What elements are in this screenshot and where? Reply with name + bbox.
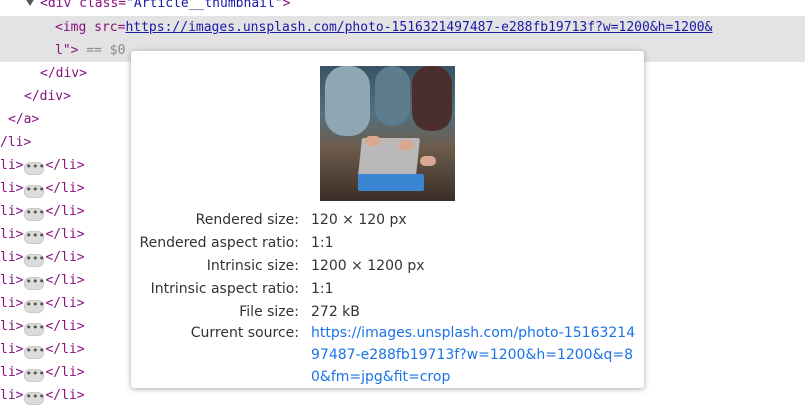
collapsed-ellipsis-icon[interactable]: •••	[24, 391, 45, 405]
image-preview-tooltip: Rendered size: 120 × 120 px Rendered asp…	[131, 51, 644, 388]
collapsed-ellipsis-icon[interactable]: •••	[24, 368, 45, 382]
dom-line-div-thumbnail[interactable]: <div class="Article__thumbnail">	[0, 0, 805, 15]
collapsed-ellipsis-icon[interactable]: •••	[24, 161, 45, 175]
intrinsic-aspect-row: Intrinsic aspect ratio: 1:1	[150, 281, 334, 297]
rendered-aspect-row: Rendered aspect ratio: 1:1	[139, 235, 334, 251]
collapsed-ellipsis-icon[interactable]: •••	[24, 184, 45, 198]
image-thumbnail	[320, 66, 455, 201]
img-src-link[interactable]: https://images.unsplash.com/photo-151632…	[125, 20, 712, 35]
collapsed-ellipsis-icon[interactable]: •••	[24, 299, 45, 313]
collapsed-ellipsis-icon[interactable]: •••	[24, 230, 45, 244]
collapsed-ellipsis-icon[interactable]: •••	[24, 253, 45, 267]
collapsed-ellipsis-icon[interactable]: •••	[24, 207, 45, 221]
collapsed-ellipsis-icon[interactable]: •••	[24, 322, 45, 336]
rendered-size-row: Rendered size: 120 × 120 px	[195, 212, 407, 228]
file-size-row: File size: 272 kB	[239, 304, 360, 320]
current-source-link[interactable]: https://images.unsplash.com/photo-151632…	[311, 322, 641, 388]
intrinsic-size-row: Intrinsic size: 1200 × 1200 px	[206, 258, 425, 274]
collapsed-ellipsis-icon[interactable]: •••	[24, 345, 45, 359]
dom-line-img[interactable]: <img src=https://images.unsplash.com/pho…	[0, 16, 805, 39]
collapsed-ellipsis-icon[interactable]: •••	[24, 276, 45, 290]
expand-triangle-icon[interactable]	[25, 0, 35, 6]
